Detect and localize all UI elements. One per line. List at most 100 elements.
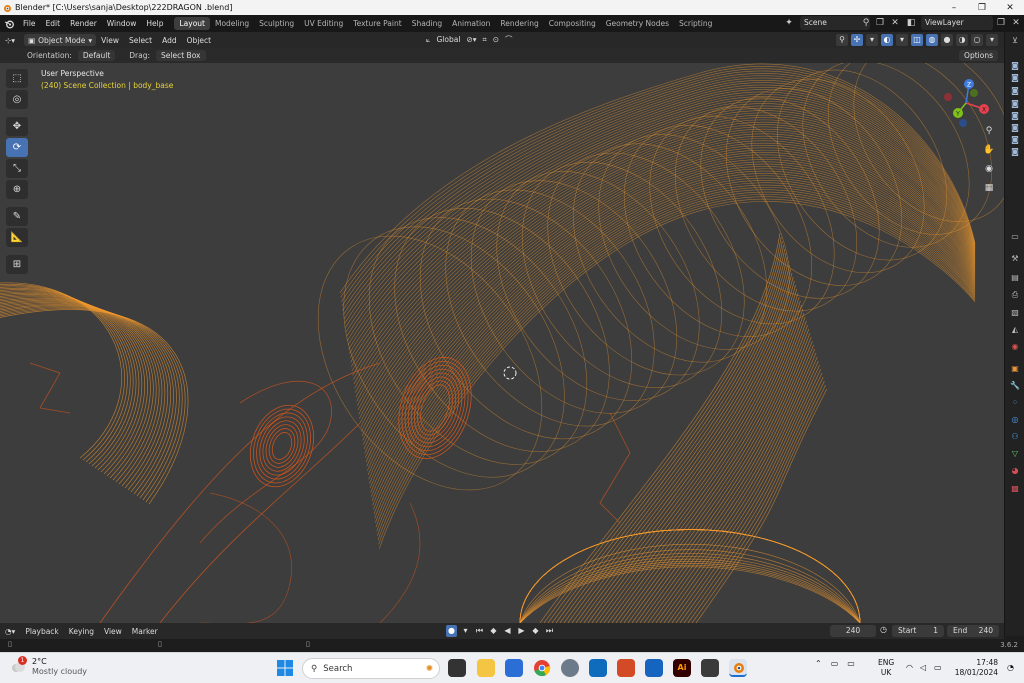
wifi-icon[interactable]: ◠ bbox=[906, 663, 913, 672]
world-properties-icon[interactable]: ◉ bbox=[1010, 342, 1020, 352]
record-menu-icon[interactable]: ▾ bbox=[460, 625, 471, 637]
clock-icon[interactable]: ◷ bbox=[880, 625, 887, 634]
menu-view-timeline[interactable]: View bbox=[99, 627, 127, 636]
data-properties-icon[interactable]: ▽ bbox=[1010, 449, 1020, 459]
scene-icon[interactable]: ✦ bbox=[783, 17, 795, 29]
menu-help[interactable]: Help bbox=[141, 19, 168, 28]
app-orange-icon[interactable] bbox=[617, 659, 635, 677]
mail-icon[interactable] bbox=[645, 659, 663, 677]
tab-shading[interactable]: Shading bbox=[407, 17, 447, 30]
outlook-icon[interactable] bbox=[589, 659, 607, 677]
drag-dropdown[interactable]: Select Box bbox=[156, 50, 206, 61]
rotate-tool-icon[interactable]: ⟳ bbox=[6, 138, 28, 157]
menu-window[interactable]: Window bbox=[102, 19, 142, 28]
camera-icon[interactable]: ◙ bbox=[1010, 61, 1020, 71]
tab-scripting[interactable]: Scripting bbox=[674, 17, 717, 30]
start-frame-field[interactable]: Start 1 bbox=[892, 625, 944, 637]
camera-icon[interactable]: ◙ bbox=[1010, 111, 1020, 121]
properties-editor-icon[interactable]: ▭ bbox=[1010, 232, 1020, 242]
menu-file[interactable]: File bbox=[18, 19, 41, 28]
scene-properties-icon[interactable]: ◭ bbox=[1010, 325, 1020, 335]
notifications-icon[interactable]: ◔ bbox=[1007, 663, 1014, 672]
view-layer-selector[interactable]: ViewLayer bbox=[921, 16, 993, 30]
weather-widget[interactable]: 1 2°C Mostly cloudy bbox=[10, 656, 87, 677]
blender-taskbar-icon[interactable] bbox=[729, 659, 747, 677]
file-explorer-icon[interactable] bbox=[477, 659, 495, 677]
zoom-icon[interactable]: ⚲ bbox=[981, 123, 997, 139]
tab-texture-paint[interactable]: Texture Paint bbox=[348, 17, 406, 30]
output-properties-icon[interactable]: ⎙ bbox=[1010, 290, 1020, 300]
menu-keying[interactable]: Keying bbox=[64, 627, 99, 636]
neg-z-icon[interactable] bbox=[959, 119, 967, 127]
store-icon[interactable] bbox=[505, 659, 523, 677]
menu-edit[interactable]: Edit bbox=[41, 19, 66, 28]
menu-view[interactable]: View bbox=[96, 36, 124, 45]
jump-start-icon[interactable]: ⏮ bbox=[474, 625, 485, 637]
material-properties-icon[interactable]: ◕ bbox=[1010, 466, 1020, 476]
note-app-icon[interactable] bbox=[701, 659, 719, 677]
visibility-icon[interactable]: ⚲ bbox=[836, 34, 848, 46]
tab-layout[interactable]: Layout bbox=[174, 17, 210, 30]
close-window-button[interactable]: ✕ bbox=[996, 0, 1024, 15]
render-properties-icon[interactable]: ▤ bbox=[1010, 273, 1020, 283]
modifier-properties-icon[interactable]: 🔧 bbox=[1010, 381, 1020, 391]
pivot-icon[interactable]: ⊘▾ bbox=[466, 35, 476, 44]
play-icon[interactable]: ▶ bbox=[516, 625, 527, 637]
camera-icon[interactable]: ◙ bbox=[1010, 135, 1020, 145]
neg-y-icon[interactable] bbox=[970, 89, 978, 97]
record-icon[interactable]: ● bbox=[446, 625, 457, 637]
particle-properties-icon[interactable]: ⁘ bbox=[1010, 398, 1020, 408]
play-reverse-icon[interactable]: ◀ bbox=[502, 625, 513, 637]
xray-toggle-icon[interactable]: ◫ bbox=[911, 34, 923, 46]
remove-scene-icon[interactable]: ✕ bbox=[889, 17, 901, 29]
task-view-icon[interactable] bbox=[448, 659, 466, 677]
editor-type-icon[interactable]: ⊹▾ bbox=[0, 36, 20, 45]
transform-orientation-select[interactable]: Global bbox=[437, 35, 461, 44]
move-tool-icon[interactable]: ✥ bbox=[6, 117, 28, 136]
menu-marker[interactable]: Marker bbox=[127, 627, 163, 636]
tray-app-icon[interactable]: ▭ bbox=[831, 659, 839, 668]
select-box-tool-icon[interactable]: ⬚ bbox=[6, 69, 28, 88]
view-layer-icon[interactable]: ◧ bbox=[905, 17, 917, 29]
settings-gear-icon[interactable] bbox=[561, 659, 579, 677]
camera-icon[interactable]: ◙ bbox=[1010, 86, 1020, 96]
windows-start-icon[interactable] bbox=[276, 659, 294, 677]
jump-end-icon[interactable]: ⏭ bbox=[544, 625, 555, 637]
menu-select[interactable]: Select bbox=[124, 36, 157, 45]
menu-object[interactable]: Object bbox=[182, 36, 216, 45]
menu-render[interactable]: Render bbox=[65, 19, 102, 28]
tab-uv-editing[interactable]: UV Editing bbox=[299, 17, 348, 30]
add-cube-tool-icon[interactable]: ⊞ bbox=[6, 255, 28, 274]
taskbar-search[interactable]: ⚲ Search ✺ bbox=[302, 658, 440, 679]
camera-icon[interactable]: ◙ bbox=[1010, 73, 1020, 83]
camera-icon[interactable]: ◙ bbox=[1010, 147, 1020, 157]
tab-rendering[interactable]: Rendering bbox=[495, 17, 543, 30]
proportional-edit-icon[interactable]: ⊙ bbox=[493, 35, 499, 44]
menu-playback[interactable]: Playback bbox=[20, 627, 63, 636]
cursor-tool-icon[interactable]: ◎ bbox=[6, 90, 28, 109]
chevron-up-icon[interactable]: ⌃ bbox=[815, 659, 822, 668]
physics-properties-icon[interactable]: ◎ bbox=[1010, 415, 1020, 425]
language-indicator[interactable]: ENG UK bbox=[878, 658, 894, 678]
volume-icon[interactable]: ◁ bbox=[920, 663, 926, 672]
maximize-button[interactable]: ❐ bbox=[968, 0, 996, 15]
blender-menu-icon[interactable] bbox=[0, 19, 18, 29]
taskbar-clock[interactable]: 17:48 18/01/2024 bbox=[953, 658, 998, 678]
new-view-layer-icon[interactable]: ❐ bbox=[995, 17, 1007, 29]
new-scene-icon[interactable]: ❐ bbox=[874, 17, 886, 29]
timeline-editor-icon[interactable]: ◔▾ bbox=[0, 627, 20, 636]
next-keyframe-icon[interactable]: ◆ bbox=[530, 625, 541, 637]
snap-icon[interactable]: ⌗ bbox=[483, 35, 487, 45]
battery-icon[interactable]: ▭ bbox=[934, 663, 942, 672]
gizmo-menu-icon[interactable]: ▾ bbox=[866, 34, 878, 46]
pin-icon[interactable]: ⚲ bbox=[860, 17, 872, 29]
solid-shading-icon[interactable]: ● bbox=[941, 34, 953, 46]
tool-properties-icon[interactable]: ⚒ bbox=[1010, 254, 1020, 264]
camera-view-icon[interactable]: ◉ bbox=[981, 161, 997, 177]
object-properties-icon[interactable]: ▣ bbox=[1010, 364, 1020, 374]
camera-icon[interactable]: ◙ bbox=[1010, 123, 1020, 133]
gizmo-toggle-icon[interactable]: ✢ bbox=[851, 34, 863, 46]
material-shading-icon[interactable]: ◑ bbox=[956, 34, 968, 46]
view-layer-properties-icon[interactable]: ▧ bbox=[1010, 308, 1020, 318]
3d-viewport[interactable]: User Perspective (240) Scene Collection … bbox=[0, 63, 1004, 623]
